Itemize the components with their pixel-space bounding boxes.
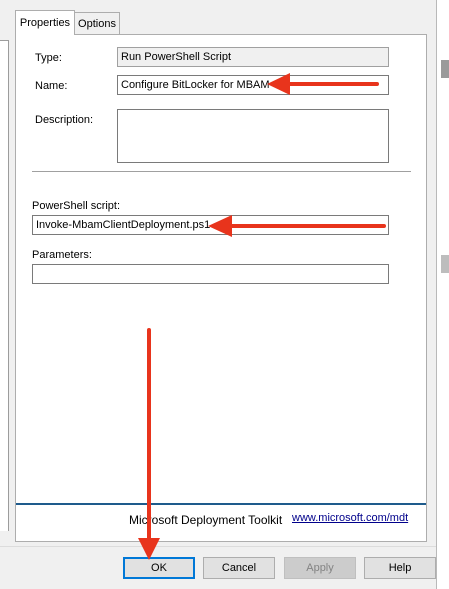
section-separator (32, 171, 411, 172)
panel-content: Type: Run PowerShell Script Name: Config… (0, 0, 436, 589)
mdt-website-link[interactable]: www.microsoft.com/mdt (292, 512, 408, 524)
parameters-label: Parameters: (32, 249, 92, 261)
branding-text: Microsoft Deployment Toolkit (129, 513, 283, 527)
powershell-script-input[interactable]: Invoke-MbamClientDeployment.ps1 (32, 215, 389, 235)
branding-line (16, 503, 426, 505)
right-window-edge (436, 0, 449, 589)
name-label: Name: (35, 80, 68, 92)
name-input[interactable]: Configure BitLocker for MBAM (117, 75, 389, 95)
description-label: Description: (35, 114, 94, 126)
description-input[interactable] (117, 109, 389, 163)
parameters-input[interactable] (32, 264, 389, 284)
type-field: Run PowerShell Script (117, 47, 389, 67)
type-label: Type: (35, 52, 62, 64)
background-window-edge (441, 255, 449, 273)
scrollbar-thumb[interactable] (441, 60, 449, 78)
powershell-script-label: PowerShell script: (32, 200, 121, 212)
